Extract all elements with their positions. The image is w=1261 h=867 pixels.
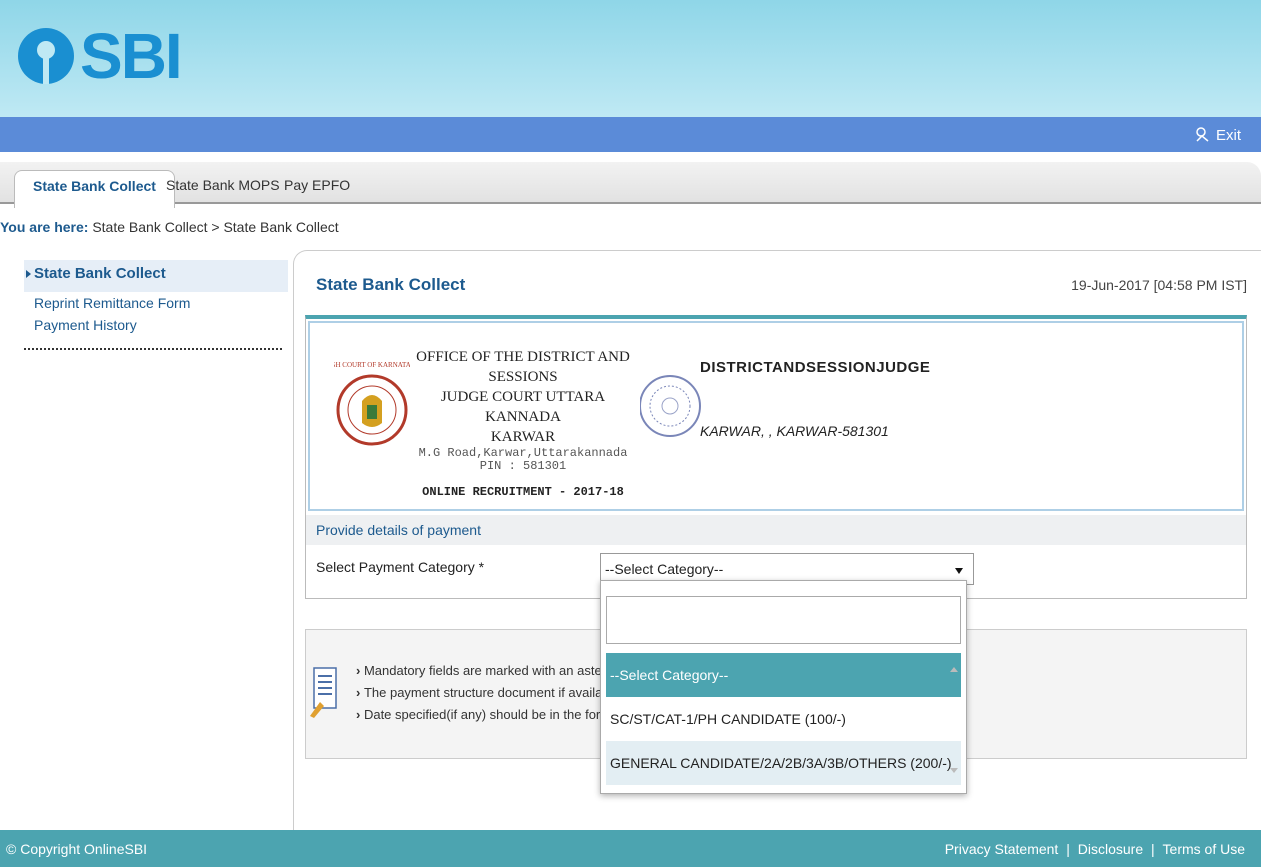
sidebar-item-reprint-remittance[interactable]: Reprint Remittance Form	[24, 292, 288, 314]
category-dropdown[interactable]: --Select Category-- SC/ST/CAT-1/PH CANDI…	[600, 580, 967, 794]
sbi-logo[interactable]: SBI	[18, 20, 183, 92]
header: SBI	[0, 0, 1261, 117]
payment-category-label: Select Payment Category *	[316, 559, 485, 575]
caret-down-icon	[955, 568, 963, 574]
page-title: State Bank Collect	[316, 275, 466, 294]
dropdown-search-input[interactable]	[606, 596, 961, 644]
dropdown-option[interactable]: --Select Category--	[606, 653, 961, 697]
footer-links: Privacy Statement | Disclosure | Terms o…	[943, 841, 1247, 857]
note-item: Mandatory fields are marked with an aste…	[356, 660, 620, 682]
department-name: DISTRICTANDSESSIONJUDGE	[700, 359, 931, 376]
sidebar: State Bank Collect Reprint Remittance Fo…	[24, 260, 288, 350]
dropdown-option[interactable]: SC/ST/CAT-1/PH CANDIDATE (100/-)	[606, 697, 961, 741]
note-item: The payment structure document if availa…	[356, 682, 620, 704]
dropdown-options: --Select Category-- SC/ST/CAT-1/PH CANDI…	[606, 653, 961, 785]
office-line-1: OFFICE OF THE DISTRICT AND SESSIONS	[416, 349, 630, 385]
sidebar-divider	[24, 348, 282, 350]
breadcrumb-label: You are here:	[0, 219, 89, 235]
breadcrumb-path[interactable]: State Bank Collect > State Bank Collect	[92, 219, 338, 235]
tab-bar: State Bank Collect State Bank MOPS Pay E…	[0, 162, 1261, 208]
exit-icon	[1196, 127, 1209, 142]
dropdown-scrollbar[interactable]	[947, 653, 961, 785]
payment-card: HIGH COURT OF KARNATAKA OFFICE OF THE DI…	[305, 315, 1247, 599]
sidebar-item-label: State Bank Collect	[34, 265, 166, 282]
tab-pay-epfo[interactable]: Pay EPFO	[266, 170, 368, 204]
terms-of-use-link[interactable]: Terms of Use	[1163, 841, 1245, 857]
disclosure-link[interactable]: Disclosure	[1078, 841, 1143, 857]
notes-list: Mandatory fields are marked with an aste…	[356, 660, 620, 726]
privacy-statement-link[interactable]: Privacy Statement	[945, 841, 1059, 857]
high-court-seal-icon: HIGH COURT OF KARNATAKA	[334, 361, 410, 446]
document-note-icon	[310, 667, 337, 718]
dropdown-option[interactable]: GENERAL CANDIDATE/2A/2B/3A/3B/OTHERS (20…	[606, 741, 961, 785]
sidebar-item-payment-history[interactable]: Payment History	[24, 314, 288, 336]
footer: © Copyright OnlineSBI Privacy Statement …	[0, 830, 1261, 867]
department-address: KARWAR, , KARWAR-581301	[700, 423, 889, 439]
note-item: Date specified(if any) should be in the …	[356, 704, 620, 726]
office-line-2: JUDGE COURT UTTARA KANNADA	[440, 389, 606, 425]
scroll-down-icon[interactable]	[950, 768, 958, 773]
exit-button[interactable]: Exit	[1194, 126, 1241, 144]
copyright-text: © Copyright OnlineSBI	[6, 841, 148, 857]
exit-label: Exit	[1215, 126, 1241, 144]
office-line-3: KARWAR	[490, 429, 556, 445]
sidebar-item-state-bank-collect[interactable]: State Bank Collect	[24, 260, 288, 292]
seal-text: HIGH COURT OF KARNATAKA	[334, 361, 410, 369]
sbi-logo-icon	[18, 28, 74, 84]
office-heading: OFFICE OF THE DISTRICT AND SESSIONS JUDG…	[412, 347, 634, 499]
arrow-right-icon	[26, 270, 31, 279]
logo-text: SBI	[80, 20, 183, 92]
top-bar	[0, 117, 1261, 152]
scroll-up-icon[interactable]	[950, 667, 958, 672]
date-time: 19-Jun-2017 [04:58 PM IST]	[1071, 277, 1247, 293]
footer-separator: |	[1151, 841, 1155, 857]
footer-separator: |	[1066, 841, 1070, 857]
breadcrumb: You are here: State Bank Collect > State…	[0, 219, 339, 235]
provide-details-header: Provide details of payment	[306, 515, 1246, 545]
payment-category-value: --Select Category--	[605, 561, 724, 577]
office-address-2: PIN : 581301	[479, 459, 567, 473]
institution-banner: HIGH COURT OF KARNATAKA OFFICE OF THE DI…	[308, 321, 1244, 511]
recruitment-title: ONLINE RECRUITMENT - 2017-18	[422, 485, 624, 499]
